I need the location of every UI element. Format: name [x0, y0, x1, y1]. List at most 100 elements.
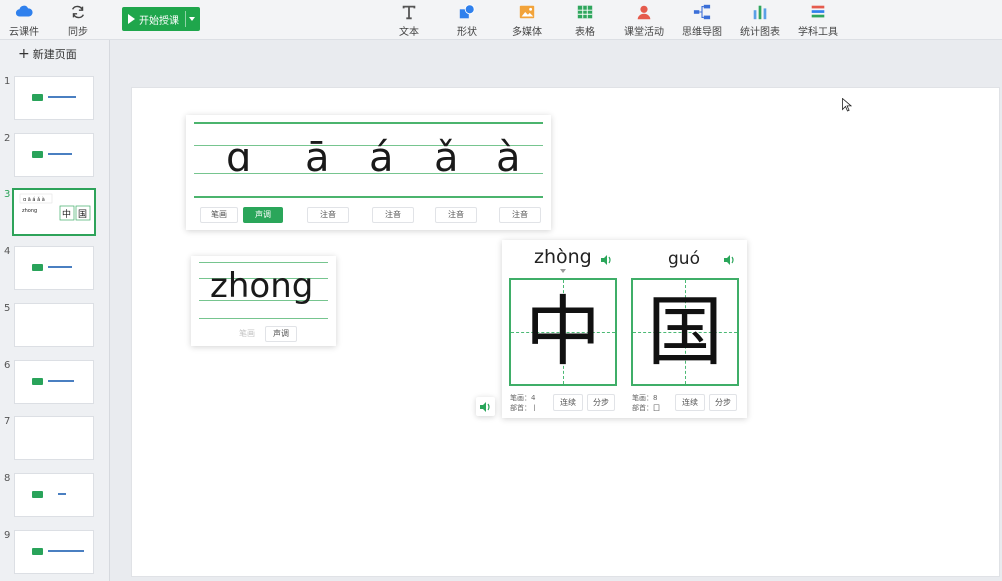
- step-button[interactable]: 分步: [709, 394, 737, 411]
- new-page-button[interactable]: + 新建页面: [18, 46, 77, 62]
- continuous-button[interactable]: 连续: [675, 394, 705, 411]
- annotate-button[interactable]: 注音: [372, 207, 414, 223]
- slide-item-4[interactable]: 4: [0, 246, 110, 296]
- tone-button[interactable]: 声调: [265, 326, 297, 342]
- slide-number: 6: [4, 360, 11, 371]
- slide-item-2[interactable]: 2: [0, 133, 110, 183]
- tool-table-label: 表格: [575, 27, 595, 38]
- slide-number: 2: [4, 133, 11, 144]
- svg-text:中: 中: [62, 208, 71, 220]
- slide-thumbnail[interactable]: [14, 530, 94, 574]
- strokes-label: 笔画：: [632, 394, 653, 402]
- tool-shape-label: 形状: [457, 27, 477, 38]
- slide-number: 9: [4, 530, 11, 541]
- annotate-button[interactable]: 注音: [435, 207, 477, 223]
- mouse-cursor-icon: [842, 98, 852, 112]
- slide-item-3[interactable]: 3 ɑ ā á ǎ à zhong 中 国: [0, 188, 110, 239]
- start-lesson-button[interactable]: 开始授课: [122, 7, 200, 31]
- cloud-courseware-button[interactable]: 云课件: [6, 3, 42, 38]
- thumb-line: [48, 96, 76, 98]
- audio-play-button[interactable]: [476, 397, 495, 416]
- tool-subject-tools-label: 学科工具: [798, 27, 838, 38]
- tool-class-activity[interactable]: 课堂活动: [622, 3, 666, 38]
- thumb-line: [58, 493, 66, 495]
- hanzi-pinyin: zhòng: [534, 246, 592, 268]
- sync-button[interactable]: 同步: [62, 3, 94, 38]
- svg-text:国: 国: [78, 209, 87, 220]
- speaker-icon[interactable]: [724, 255, 736, 265]
- caret-down-icon: [560, 269, 566, 273]
- slide-item-6[interactable]: 6: [0, 360, 110, 410]
- start-lesson-label: 开始授课: [139, 15, 179, 27]
- mindmap-icon: [693, 4, 711, 20]
- slide-thumbnail[interactable]: [14, 133, 94, 177]
- tool-media[interactable]: 多媒体: [508, 3, 546, 38]
- guide-line: [199, 262, 328, 263]
- guide-line: [194, 196, 543, 198]
- pinyin-letter: à: [496, 135, 521, 181]
- annotate-button[interactable]: 注音: [307, 207, 349, 223]
- slide-sidebar: + 新建页面 1 2 3 ɑ ā á ǎ à zhong 中 国 4 5 6 7…: [0, 40, 110, 581]
- hanzi-grid[interactable]: 国: [631, 278, 739, 386]
- svg-text:zhong: zhong: [22, 208, 37, 214]
- thumb-line: [48, 380, 74, 382]
- slide-thumbnail[interactable]: [14, 303, 94, 347]
- activity-icon: [637, 5, 651, 20]
- slide-thumbnail[interactable]: [14, 473, 94, 517]
- hanzi-pinyin: guó: [668, 249, 700, 269]
- strokes-value: 8: [653, 394, 658, 402]
- slide-number: 5: [4, 303, 11, 314]
- tool-text[interactable]: 文本: [394, 3, 424, 38]
- thumb-badge: [32, 548, 43, 555]
- speaker-icon[interactable]: [601, 255, 613, 265]
- hanzi-grid[interactable]: 中: [509, 278, 617, 386]
- tool-table[interactable]: 表格: [570, 3, 600, 38]
- thumb-badge: [32, 491, 43, 498]
- slide-thumbnail[interactable]: [14, 76, 94, 120]
- stroke-button[interactable]: 笔画: [200, 207, 238, 223]
- tool-mindmap[interactable]: 思维导图: [680, 3, 724, 38]
- hanzi-character: 中: [525, 287, 601, 376]
- tool-media-label: 多媒体: [512, 27, 542, 38]
- play-icon: [128, 14, 135, 24]
- radical-label: 部首：丨: [510, 403, 538, 413]
- slide-number: 3: [4, 189, 11, 200]
- pinyin-letter: ǎ: [434, 135, 459, 181]
- pinyin-word-card[interactable]: zhong 笔画 声调: [191, 256, 336, 346]
- cloud-icon: [15, 5, 33, 17]
- top-toolbar: 云课件 同步 开始授课 文本 形状 多媒体 表格 课堂活动 思维导图 统计图表: [0, 0, 1002, 40]
- slide-thumbnail[interactable]: [14, 416, 94, 460]
- stroke-button[interactable]: 笔画: [233, 326, 261, 342]
- hanzi-card[interactable]: zhòng 中 笔画：4 部首：丨 连续 分步 guó 国 笔画：8 部首：囗 …: [502, 240, 747, 418]
- radical-label: 部首：囗: [632, 403, 660, 413]
- slide-item-7[interactable]: 7: [0, 416, 110, 466]
- slide-thumbnail-active[interactable]: ɑ ā á ǎ à zhong 中 国: [12, 188, 96, 236]
- tone-button[interactable]: 声调: [243, 207, 283, 223]
- divider: [185, 11, 186, 27]
- pinyin-letter: ā: [305, 135, 330, 181]
- slide-item-8[interactable]: 8: [0, 473, 110, 523]
- tool-subject-tools[interactable]: 学科工具: [796, 3, 840, 38]
- slide-item-1[interactable]: 1: [0, 76, 110, 126]
- chart-icon: [753, 5, 767, 20]
- slide-number: 4: [4, 246, 11, 257]
- slide-item-5[interactable]: 5: [0, 303, 110, 353]
- tool-shape[interactable]: 形状: [452, 3, 482, 38]
- slide-number: 7: [4, 416, 11, 427]
- tool-text-label: 文本: [399, 27, 419, 38]
- continuous-button[interactable]: 连续: [553, 394, 583, 411]
- slide-item-9[interactable]: 9: [0, 530, 110, 580]
- pinyin-tone-card[interactable]: ɑ ā á ǎ à 笔画 声调 注音 注音 注音 注音: [186, 115, 551, 230]
- step-button[interactable]: 分步: [587, 394, 615, 411]
- cloud-courseware-label: 云课件: [9, 27, 39, 38]
- pinyin-letter: á: [369, 135, 394, 181]
- thumb-line: [48, 550, 84, 552]
- thumb-line: [48, 266, 72, 268]
- slide-number: 1: [4, 76, 11, 87]
- annotate-button[interactable]: 注音: [499, 207, 541, 223]
- slide-thumbnail[interactable]: [14, 246, 94, 290]
- tool-stat-chart[interactable]: 统计图表: [738, 3, 782, 38]
- strokes-value: 4: [531, 394, 536, 402]
- chevron-down-icon[interactable]: [189, 17, 195, 21]
- slide-thumbnail[interactable]: [14, 360, 94, 404]
